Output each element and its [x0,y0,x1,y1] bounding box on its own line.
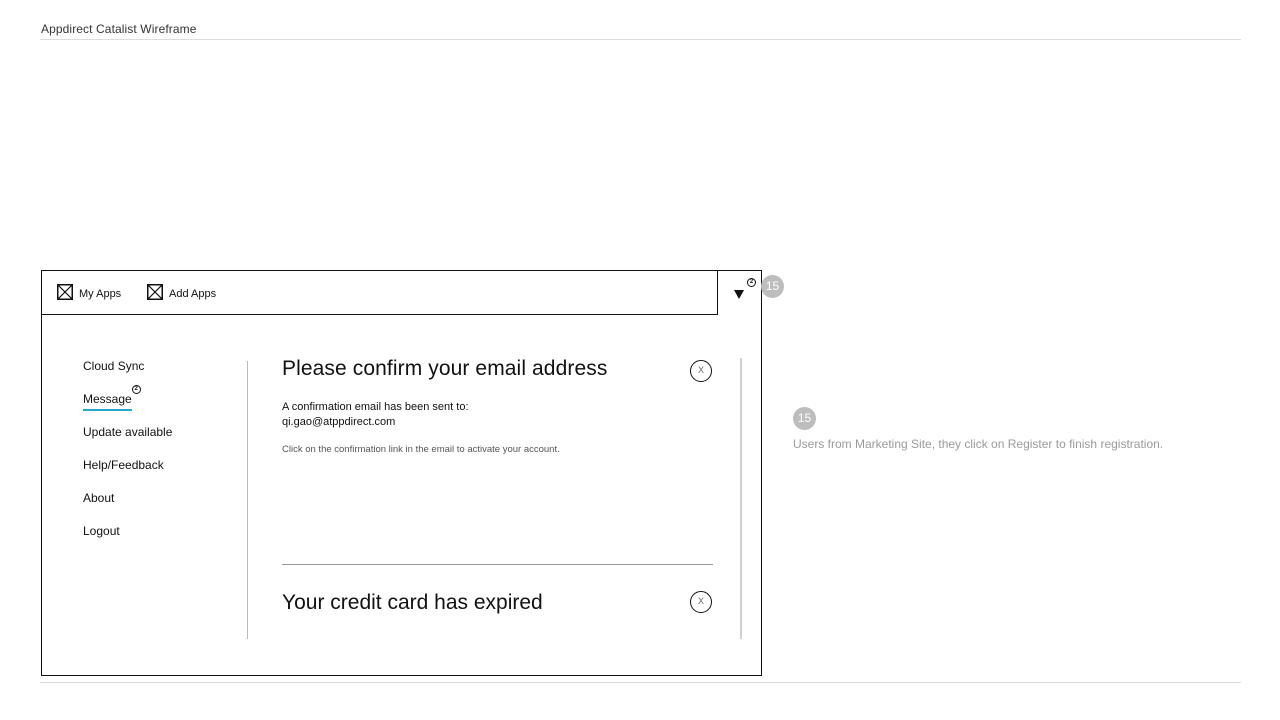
annotation-badge: 15 [793,407,816,430]
footer-divider [40,682,1241,683]
email-confirm-title: Please confirm your email address [282,357,608,380]
sidebar-item-label: About [83,491,115,505]
my-apps-button[interactable]: My Apps [57,284,121,300]
annotation-note: Users from Marketing Site, they click on… [793,437,1164,451]
sidebar-item-help-feedback[interactable]: Help/Feedback [83,458,213,491]
sidebar-item-label: Cloud Sync [83,359,145,373]
sidebar-item-about[interactable]: About [83,491,213,524]
menu-notification-dot: 2 [747,278,756,287]
content-scrollbar[interactable] [740,358,742,639]
my-apps-label: My Apps [79,287,122,300]
close-email-confirm-button[interactable]: X [690,360,712,382]
sidebar-item-label: Update available [83,425,173,439]
dropdown-triangle-icon [734,290,744,299]
add-apps-button[interactable]: Add Apps [147,284,216,300]
sidebar-item-message[interactable]: Message 2 [83,385,213,425]
image-placeholder-icon [57,284,73,300]
top-nav-bar: My Apps Add Apps [41,270,718,315]
sidebar-item-logout[interactable]: Logout [83,524,213,557]
app-window: My Apps Add Apps 2 Cloud Sync Message 2 U… [41,270,762,676]
header-divider [40,39,1241,40]
email-confirm-hint: Click on the confirmation link in the em… [282,444,560,455]
sidebar-item-label: Help/Feedback [83,458,164,472]
settings-sidebar: Cloud Sync Message 2 Update available Hel… [83,359,213,557]
email-address: qi.gao@atppdirect.com [282,416,396,428]
close-credit-card-button[interactable]: X [690,591,712,613]
sidebar-item-cloud-sync[interactable]: Cloud Sync [83,359,213,392]
add-apps-label: Add Apps [169,287,217,300]
image-placeholder-icon [147,284,163,300]
document-title: Appdirect Catalist Wireframe [41,22,197,36]
sidebar-divider [247,361,248,639]
credit-card-expired-title: Your credit card has expired [282,591,543,614]
sidebar-item-label: Logout [83,524,120,538]
sidebar-item-label: Message 2 [83,385,141,411]
sidebar-item-update-available[interactable]: Update available [83,425,213,458]
notification-divider [282,564,713,565]
annotation-badge: 15 [761,275,784,298]
menu-dropdown-button[interactable]: 2 [732,278,756,301]
sidebar-item-text: Message [83,392,132,406]
email-confirm-message: A confirmation email has been sent to: [282,401,469,413]
message-notification-dot: 2 [131,385,141,394]
